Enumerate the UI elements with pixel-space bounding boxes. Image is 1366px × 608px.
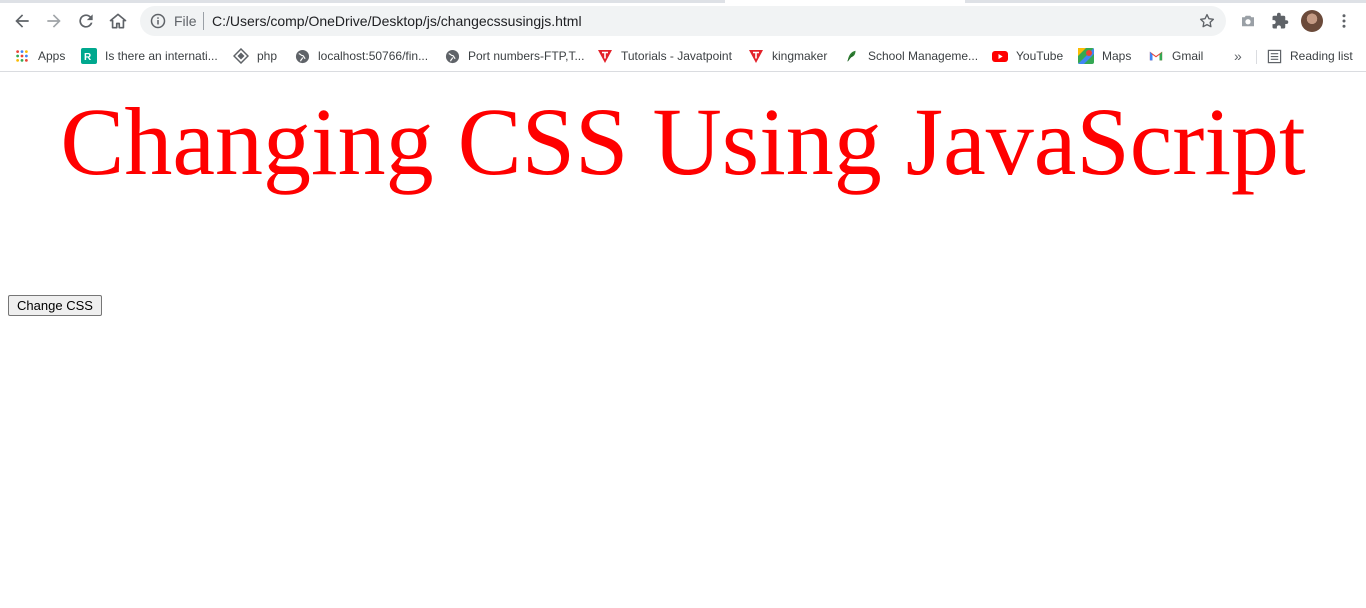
bookmark-kingmaker[interactable]: kingmaker <box>748 45 827 67</box>
forward-button[interactable] <box>42 9 66 33</box>
url-text[interactable]: C:/Users/comp/OneDrive/Desktop/js/change… <box>212 13 582 29</box>
bookmark-label: Port numbers-FTP,T... <box>468 49 585 63</box>
bookmark-r9[interactable]: R Is there an internati... <box>81 45 218 67</box>
change-css-button[interactable]: Change CSS <box>8 295 102 316</box>
tab-strip-edge <box>965 0 1366 3</box>
feather-icon <box>844 48 860 64</box>
home-icon <box>109 13 127 29</box>
omnibox-divider <box>203 12 204 30</box>
bookmark-gmail[interactable]: Gmail <box>1148 45 1203 67</box>
bookmark-label: localhost:50766/fin... <box>318 49 429 63</box>
bookmarks-bar: Apps R Is there an internati... php loca… <box>0 42 1366 72</box>
bookmark-label: School Manageme... <box>868 49 979 63</box>
reading-list-label: Reading list <box>1290 49 1353 63</box>
bookmark-label: Tutorials - Javatpoint <box>621 49 732 63</box>
screenshot-button[interactable] <box>1238 11 1258 31</box>
browser-toolbar: File C:/Users/comp/OneDrive/Desktop/js/c… <box>0 0 1366 42</box>
bookmarks-divider <box>1256 50 1257 64</box>
scheme-label: File <box>174 13 197 29</box>
globe-icon <box>444 48 460 64</box>
bookmark-label: YouTube <box>1016 49 1064 63</box>
back-arrow-icon <box>15 14 29 28</box>
reading-list-icon <box>1266 48 1282 64</box>
extensions-button[interactable] <box>1270 11 1290 31</box>
tab-strip-edge <box>0 0 725 3</box>
bookmark-apps[interactable]: Apps <box>14 45 65 67</box>
bookmark-label: php <box>257 49 278 63</box>
profile-avatar[interactable] <box>1301 10 1323 32</box>
chevron-double-right-icon: » <box>1234 48 1242 64</box>
bookmark-star-icon[interactable] <box>1198 12 1216 30</box>
bookmark-port-numbers[interactable]: Port numbers-FTP,T... <box>444 45 584 67</box>
bookmarks-overflow-button[interactable]: » <box>1234 45 1242 67</box>
bookmark-label: Maps <box>1102 49 1132 63</box>
javatpoint-icon <box>748 48 764 64</box>
address-bar[interactable]: File C:/Users/comp/OneDrive/Desktop/js/c… <box>140 6 1226 36</box>
info-icon[interactable] <box>150 13 166 29</box>
diamond-icon <box>233 48 249 64</box>
globe-icon <box>294 48 310 64</box>
bookmark-label: Apps <box>38 49 66 63</box>
bookmark-localhost[interactable]: localhost:50766/fin... <box>294 45 428 67</box>
maps-icon <box>1078 48 1094 64</box>
svg-text:R: R <box>84 52 92 63</box>
reload-button[interactable] <box>74 9 98 33</box>
r9-icon: R <box>81 48 97 64</box>
bookmark-school-management[interactable]: School Manageme... <box>844 45 978 67</box>
reading-list-button[interactable]: Reading list <box>1266 45 1353 67</box>
home-button[interactable] <box>106 9 130 33</box>
bookmark-youtube[interactable]: YouTube <box>992 45 1063 67</box>
more-vert-icon <box>1342 14 1346 28</box>
youtube-icon <box>992 48 1008 64</box>
bookmark-label: Is there an internati... <box>105 49 218 63</box>
gmail-icon <box>1148 48 1164 64</box>
puzzle-piece-icon <box>1272 12 1289 29</box>
bookmark-label: Gmail <box>1172 49 1204 63</box>
page-heading: Changing CSS Using JavaScript <box>60 88 1306 195</box>
bookmark-javatpoint[interactable]: Tutorials - Javatpoint <box>597 45 732 67</box>
forward-arrow-icon <box>47 14 61 28</box>
bookmark-php[interactable]: php <box>233 45 277 67</box>
back-button[interactable] <box>10 9 34 33</box>
apps-grid-icon <box>14 48 30 64</box>
menu-button[interactable] <box>1334 11 1354 31</box>
javatpoint-icon <box>597 48 613 64</box>
bookmark-maps[interactable]: Maps <box>1078 45 1131 67</box>
reload-icon <box>79 14 93 28</box>
bookmark-label: kingmaker <box>772 49 828 63</box>
camera-icon <box>1242 15 1254 27</box>
